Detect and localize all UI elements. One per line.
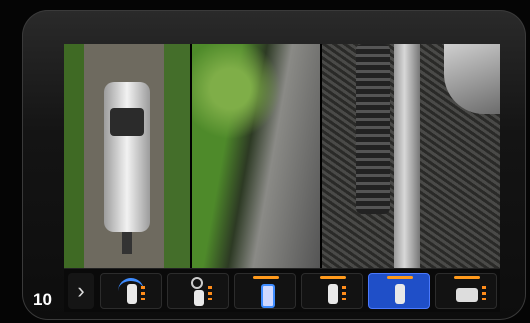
accent-line <box>320 276 346 279</box>
truck-icon <box>194 290 204 306</box>
next-arrow-button[interactable]: › <box>68 273 94 309</box>
view-button-zoom-camera[interactable] <box>167 273 229 309</box>
truck-outline-icon <box>261 284 275 308</box>
vehicle-side-panel <box>394 44 420 268</box>
accent-line <box>387 276 413 279</box>
sensor-dots-icon <box>342 286 346 300</box>
truck-active-icon <box>395 284 405 304</box>
front-camera-view <box>192 44 320 268</box>
truck-icon <box>328 284 338 304</box>
accent-line <box>454 276 480 279</box>
truck-top-view-icon <box>104 82 150 232</box>
top-down-camera-view <box>64 44 190 268</box>
tire-graphic <box>356 44 390 214</box>
truck-icon <box>127 284 137 304</box>
magnify-icon <box>191 277 203 289</box>
sensor-dots-icon <box>141 286 145 300</box>
trailer-icon <box>456 288 478 302</box>
sensor-dots-icon <box>208 286 212 300</box>
accent-line <box>253 276 279 279</box>
view-button-top-down[interactable] <box>234 273 296 309</box>
page-number: 10 <box>33 290 52 309</box>
view-button-rear-side[interactable] <box>368 273 430 309</box>
view-button-trailer[interactable] <box>435 273 497 309</box>
view-button-front-camera[interactable] <box>100 273 162 309</box>
camera-screen: › <box>64 44 500 312</box>
hitch-graphic <box>122 232 132 254</box>
view-button-side-camera[interactable] <box>301 273 363 309</box>
view-selector-bar: › <box>64 268 500 312</box>
sensor-dots-icon <box>482 286 486 300</box>
